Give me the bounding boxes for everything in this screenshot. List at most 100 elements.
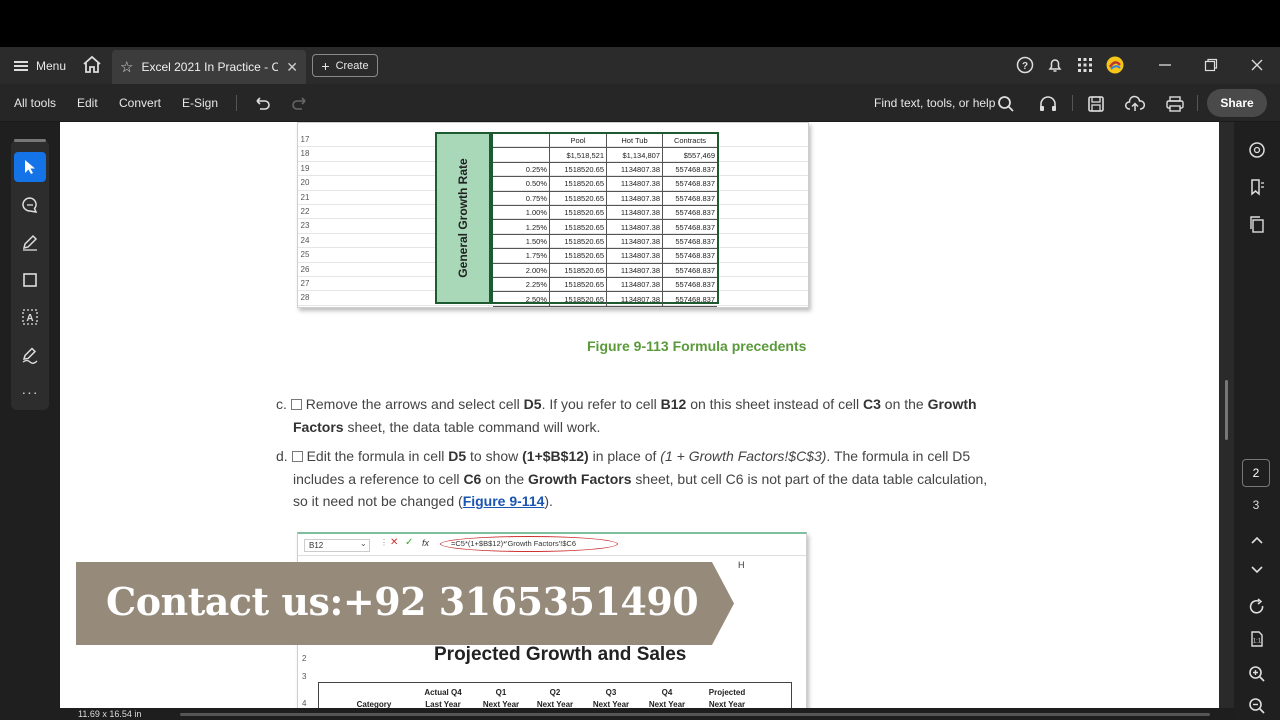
redo-icon[interactable] <box>290 95 310 111</box>
apps-grid-icon[interactable] <box>1075 55 1095 75</box>
all-tools-link[interactable]: All tools <box>14 96 56 110</box>
step-c-text: on this sheet instead of cell <box>686 396 863 412</box>
document-tab[interactable]: ☆ Excel 2021 In Practice - C... ✕ <box>112 50 306 84</box>
rotate-icon[interactable] <box>1245 595 1269 619</box>
page-number-current[interactable]: 2 <box>1242 459 1270 487</box>
row-number: 22 <box>300 207 310 216</box>
step-c-text: Remove the arrows and select cell <box>305 396 524 412</box>
vertical-scroll-thumb[interactable] <box>1225 380 1228 440</box>
pen-icon <box>22 234 38 251</box>
top-black-band <box>0 0 1280 47</box>
more-tools-button[interactable]: ··· <box>14 377 46 407</box>
table-header-cell: Q4 Next Year <box>648 688 686 708</box>
cancel-formula-icon: ✕ <box>390 537 399 548</box>
close-tab-icon[interactable]: ✕ <box>286 59 298 76</box>
column-header-cell: Contracts <box>663 134 717 149</box>
bookmark-icon[interactable] <box>1245 175 1269 199</box>
step-d-text: on the <box>481 470 529 487</box>
edit-link[interactable]: Edit <box>77 96 98 110</box>
find-tools-search[interactable]: Find text, tools, or help <box>874 96 995 110</box>
step-d-checkbox[interactable] <box>291 451 303 462</box>
formula-bar: B12 ⌄ ⋮ ✕ ✓ fx =C5*(1+$B$12)*'Growth Fac… <box>298 534 806 556</box>
step-c-bold: Factors <box>293 418 344 435</box>
zoom-out-icon[interactable] <box>1245 694 1269 718</box>
print-icon[interactable] <box>1165 95 1185 113</box>
formula-bar-grip-icon: ⋮ <box>380 538 388 547</box>
step-c-text: . If you refer to cell <box>541 396 661 412</box>
star-icon[interactable]: ☆ <box>120 58 133 76</box>
column-header-cell: Hot Tub <box>607 134 663 149</box>
excel-figure-formula-precedents: 17 18 19 20 21 22 23 24 25 26 27 28 General Growth … <box>297 122 809 308</box>
data-table-header-row: Pool Hot Tub Contracts <box>493 134 717 149</box>
data-table-row: 1.75% 1518520.65 1134807.38 557468.837 <box>493 249 717 264</box>
create-label: Create <box>335 59 369 72</box>
data-cell: 1518520.65 <box>550 249 607 264</box>
data-cell: 1134807.38 <box>607 292 663 307</box>
column-header-cell: Pool <box>550 134 607 149</box>
step-c-checkbox[interactable] <box>290 399 302 410</box>
home-button[interactable] <box>80 53 104 77</box>
figure-9-114-link[interactable]: Figure 9-114 <box>463 493 545 509</box>
menu-button[interactable]: Menu <box>8 53 72 78</box>
chevron-down-icon[interactable] <box>1245 558 1269 582</box>
row-number: 20 <box>300 178 310 188</box>
esign-link[interactable]: E-Sign <box>182 96 218 110</box>
select-tool-button[interactable] <box>14 152 46 182</box>
search-icon[interactable] <box>997 95 1015 113</box>
home-icon <box>83 55 101 73</box>
shape-tool-button[interactable] <box>14 265 46 295</box>
comments-panel-icon[interactable] <box>1245 138 1269 162</box>
data-table-row: 1.50% 1518520.65 1134807.38 557468.837 <box>493 234 717 250</box>
convert-link[interactable]: Convert <box>119 96 161 110</box>
highlight-tool-button[interactable] <box>14 227 46 257</box>
data-cell: 2.00% <box>493 263 550 278</box>
step-d-paragraph: d. Edit the formula in cell D5 to show (… <box>276 445 1066 513</box>
data-cell: 1.50% <box>493 234 550 250</box>
save-icon[interactable] <box>1087 95 1105 113</box>
table-header-cell: Q3 Next Year <box>592 688 630 708</box>
row-number: 23 <box>300 221 310 231</box>
data-cell: 1.00% <box>493 206 550 221</box>
row-number: 19 <box>300 163 310 173</box>
row-number: 26 <box>300 264 310 274</box>
row-number: 28 <box>300 293 310 303</box>
close-window-icon[interactable] <box>1247 55 1267 75</box>
data-cell: 1134807.38 <box>607 206 663 221</box>
share-button[interactable]: Share <box>1207 89 1267 117</box>
page-number-next[interactable]: 3 <box>1242 493 1270 517</box>
sign-tool-button[interactable] <box>14 340 46 370</box>
zoom-in-icon[interactable] <box>1245 662 1269 686</box>
table-header-cell: Projected Next Year <box>708 688 746 708</box>
create-button[interactable]: + Create <box>312 54 378 77</box>
svg-text:A: A <box>26 313 33 324</box>
text-recognition-button[interactable]: A <box>14 302 46 332</box>
row-number: 21 <box>300 192 310 202</box>
comment-tool-button[interactable] <box>14 190 46 220</box>
restore-icon[interactable] <box>1201 55 1221 75</box>
sheet-title: Projected Growth and Sales <box>434 644 687 665</box>
table-header-cell: Actual Q4 Last Year <box>424 688 462 708</box>
contact-overlay-banner: Contact us:+92 3165351490 <box>76 562 734 645</box>
horizontal-scrollbar[interactable] <box>180 713 1210 716</box>
column-header-h: H <box>738 560 745 570</box>
step-d-text: includes a reference to cell <box>293 470 464 487</box>
step-d-text: ). <box>544 493 553 509</box>
name-box-chevron-icon: ⌄ <box>360 539 367 548</box>
pages-icon[interactable] <box>1245 212 1269 236</box>
panel-grip[interactable] <box>14 139 46 142</box>
row-number: 2 <box>302 654 307 663</box>
table-header-cell: Q2 Next Year <box>536 688 574 708</box>
upload-icon[interactable] <box>1125 95 1145 113</box>
notification-bell-icon[interactable] <box>1045 55 1065 75</box>
data-table-row: 2.25% 1518520.65 1134807.38 557468.837 <box>493 278 717 293</box>
help-icon[interactable]: ? <box>1015 55 1035 75</box>
undo-icon[interactable] <box>252 95 272 111</box>
row-number: 18 <box>300 149 310 159</box>
minimize-icon[interactable] <box>1155 55 1175 75</box>
avatar[interactable] <box>1105 55 1125 75</box>
read-aloud-icon[interactable] <box>1038 95 1058 113</box>
chevron-up-icon[interactable] <box>1245 528 1269 552</box>
fit-page-icon[interactable]: 1:1 <box>1245 627 1269 651</box>
data-table-row: 2.00% 1518520.65 1134807.38 557468.837 <box>493 263 717 278</box>
plus-icon: + <box>321 57 330 74</box>
